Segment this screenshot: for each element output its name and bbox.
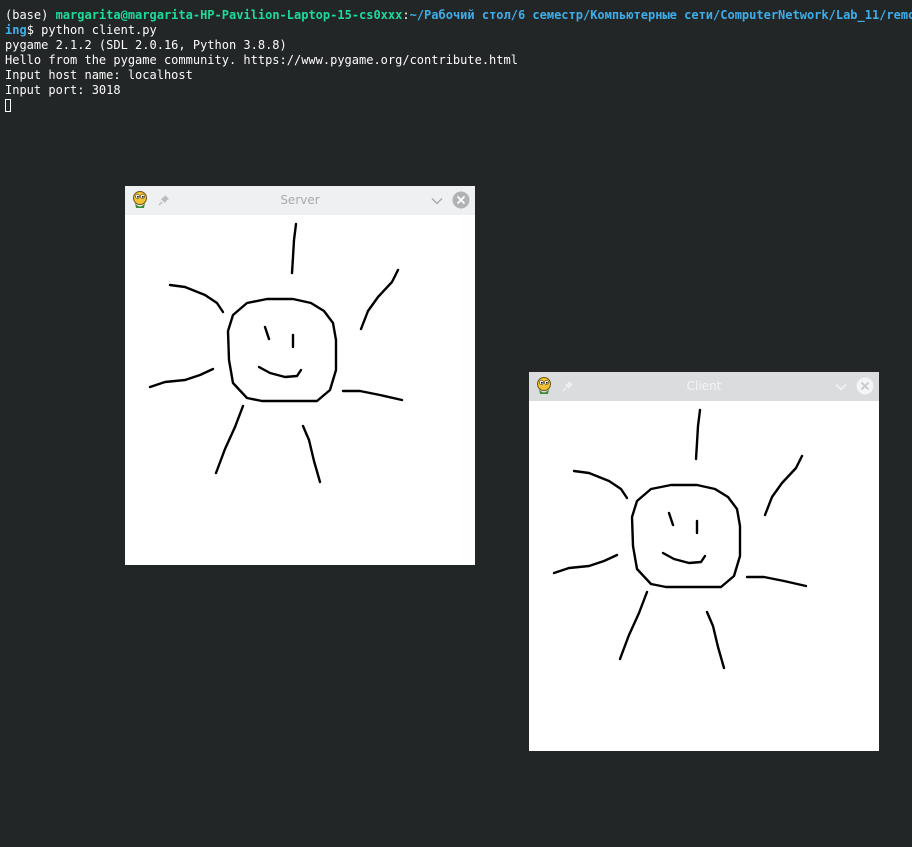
sun-ray	[763, 454, 804, 517]
chevron-down-icon[interactable]	[430, 194, 444, 208]
sun-eye	[263, 325, 271, 341]
sun-ray	[705, 610, 726, 670]
sun-ray	[694, 408, 702, 461]
sun-ray	[745, 575, 808, 588]
client-window[interactable]: Client	[529, 372, 879, 751]
sun-ray	[290, 222, 298, 275]
output-line: Hello from the pygame community. https:/…	[5, 53, 518, 67]
client-titlebar[interactable]: Client	[529, 372, 879, 401]
prompt-colon: :	[402, 8, 410, 22]
server-drawing-canvas[interactable]	[125, 215, 475, 565]
sun-face	[226, 297, 338, 403]
server-window[interactable]: Server	[125, 186, 475, 565]
output-line: Input host name: localhost	[5, 68, 193, 82]
client-window-title: Client	[686, 379, 722, 393]
sun-drawing	[148, 222, 404, 484]
sun-eye	[667, 511, 675, 527]
sun-ray	[168, 283, 225, 314]
sun-ray	[301, 424, 322, 484]
prompt-line-2: ing$ python client.py	[5, 23, 157, 38]
sun-ray	[552, 553, 619, 575]
sun-face	[630, 483, 742, 589]
prompt-symbol: $	[26, 23, 42, 37]
pin-icon[interactable]	[157, 193, 171, 207]
pin-icon[interactable]	[561, 379, 575, 393]
sun-ray	[572, 469, 629, 500]
prompt-user-host: margarita@margarita-HP-Pavilion-Laptop-1…	[55, 8, 403, 22]
prompt-env: (base)	[5, 8, 56, 22]
prompt-line-1: (base) margarita@margarita-HP-Pavilion-L…	[5, 8, 912, 23]
sun-ray	[341, 389, 404, 402]
sun-ray	[359, 268, 400, 331]
server-window-title: Server	[280, 193, 320, 207]
server-titlebar[interactable]: Server	[125, 186, 475, 215]
pygame-snake-icon[interactable]	[130, 190, 150, 210]
sun-smile	[661, 551, 707, 565]
prompt-path: ~/Рабочий стол/6 семестр/Компьютерные се…	[409, 8, 912, 22]
sun-drawing	[552, 408, 808, 670]
sun-ray	[618, 590, 649, 661]
client-drawing-canvas[interactable]	[529, 401, 879, 751]
sun-ray	[214, 404, 245, 475]
close-icon[interactable]	[856, 377, 874, 395]
chevron-down-icon[interactable]	[834, 380, 848, 394]
close-icon[interactable]	[452, 191, 470, 209]
prompt-path-continued: ing	[5, 23, 27, 37]
output-line: Input port: 3018	[5, 83, 121, 97]
terminal-cursor	[5, 99, 11, 112]
sun-smile	[257, 365, 303, 379]
output-line: pygame 2.1.2 (SDL 2.0.16, Python 3.8.8)	[5, 38, 287, 52]
pygame-snake-icon[interactable]	[534, 376, 554, 396]
command-text: python client.py	[41, 23, 157, 37]
sun-ray	[148, 367, 215, 389]
